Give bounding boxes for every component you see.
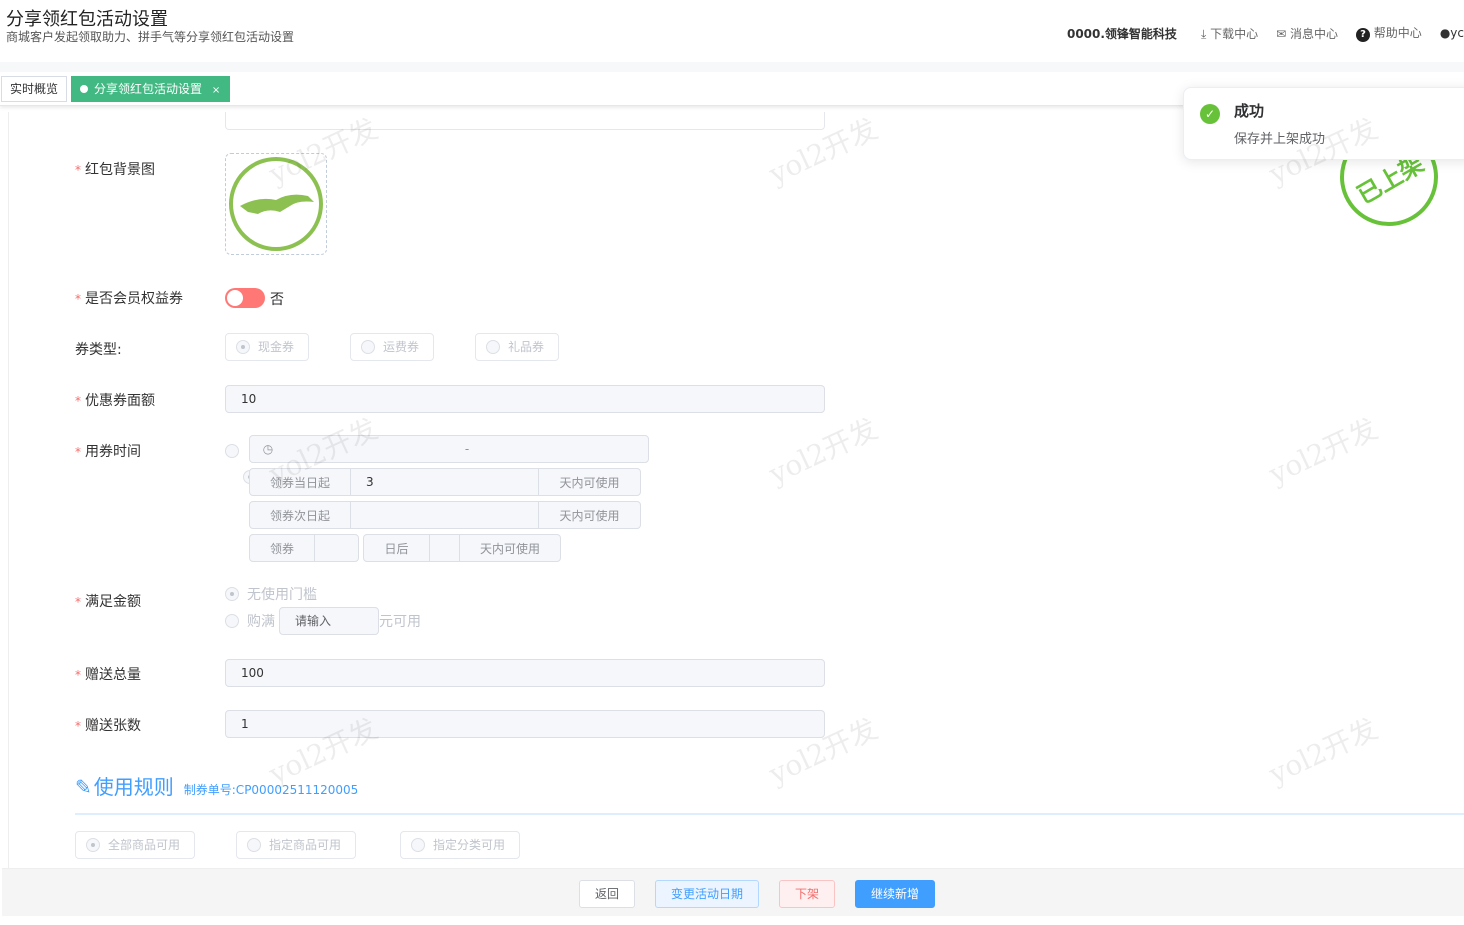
mail-icon: ✉ (1276, 26, 1290, 41)
tab-redpacket-settings[interactable]: 分享领红包活动设置 × (71, 76, 230, 102)
footer-bar: 返回 变更活动日期 下架 继续新增 (2, 868, 1464, 916)
toast-message: 保存并上架成功 (1234, 132, 1326, 147)
threshold-full-option[interactable]: 购满 请输入 元可用 (225, 607, 421, 635)
edit-icon: ✎ (75, 775, 92, 799)
face-value-input[interactable]: 10 (225, 385, 825, 413)
after-start-input[interactable] (315, 535, 358, 561)
back-button[interactable]: 返回 (579, 880, 636, 908)
same-day-prefix: 领券当日起 (250, 469, 351, 495)
scope-products[interactable]: 指定商品可用 (236, 831, 357, 859)
per-label: * 赠送张数 (75, 718, 141, 734)
download-icon: ⤓ (1200, 26, 1211, 41)
after-prefix: 领券 (250, 535, 315, 561)
member-toggle[interactable] (225, 288, 265, 308)
coupon-code: 制券单号:CP00002511120005 (183, 783, 359, 797)
company-name: 0000.领锋智能科技 (1066, 26, 1177, 41)
scope-all[interactable]: 全部商品可用 (75, 831, 196, 859)
help-center[interactable]: ? 帮助中心 (1355, 24, 1422, 42)
after-days-input[interactable] (430, 535, 460, 561)
total-label: * 赠送总量 (75, 667, 141, 683)
next-day-prefix: 领券次日起 (250, 502, 351, 528)
cut-off-input (225, 112, 825, 130)
success-toast: ✓ 成功 保存并上架成功 (1183, 87, 1464, 160)
close-icon[interactable]: × (212, 85, 220, 96)
threshold-none-option[interactable]: 无使用门槛 (225, 584, 317, 604)
tab-label: 分享领红包活动设置 (94, 82, 203, 96)
clock-icon: ◷ (262, 442, 274, 456)
coupon-type-cash[interactable]: 现金券 (225, 333, 310, 361)
face-value-label: * 优惠券面额 (75, 393, 155, 409)
date-range-picker[interactable]: ◷ - (249, 435, 649, 463)
bg-image-upload[interactable] (225, 153, 327, 255)
user-menu[interactable]: ●yc (1440, 26, 1464, 40)
rules-header: ✎ 使用规则 制券单号:CP00002511120005 (75, 771, 358, 800)
threshold-label: * 满足金额 (75, 594, 141, 610)
scope-categories[interactable]: 指定分类可用 (400, 831, 521, 859)
horse-logo-image (229, 157, 323, 251)
next-day-days-input[interactable] (351, 502, 539, 528)
next-day-group: 领券次日起 天内可使用 (249, 501, 641, 529)
use-time-label: * 用券时间 (75, 444, 141, 460)
after-suffix: 天内可使用 (479, 541, 540, 556)
continue-add-button[interactable]: 继续新增 (855, 880, 936, 908)
per-input[interactable]: 1 (225, 710, 825, 738)
bg-image-label: * 红包背景图 (75, 162, 155, 178)
user-icon: ● (1439, 26, 1451, 40)
same-day-days-input[interactable]: 3 (351, 469, 539, 495)
tab-overview[interactable]: 实时概览 (1, 76, 68, 102)
toast-title: 成功 (1234, 102, 1265, 120)
download-center[interactable]: ⤓ 下载中心 (1201, 25, 1258, 42)
next-day-suffix: 天内可使用 (559, 508, 620, 523)
divider (0, 62, 1464, 72)
active-dot-icon (80, 85, 88, 93)
total-input[interactable]: 100 (225, 659, 825, 687)
after-group-b: 日后 天内可使用 (363, 534, 561, 562)
offline-button[interactable]: 下架 (779, 880, 836, 908)
help-icon: ? (1355, 28, 1370, 42)
rules-divider (75, 813, 1464, 815)
message-center[interactable]: ✉ 消息中心 (1276, 25, 1338, 42)
change-date-button[interactable]: 变更活动日期 (655, 880, 760, 908)
messages-label: 消息中心 (1289, 26, 1338, 41)
coupon-type-label: 券类型: (75, 342, 122, 358)
page-subtitle: 商城客户发起领取助力、拼手气等分享领红包活动设置 (6, 30, 295, 44)
range-separator: - (464, 442, 470, 456)
same-day-group: 领券当日起 3 天内可使用 (249, 468, 641, 496)
use-time-radio-range[interactable] (225, 443, 239, 458)
coupon-type-shipping[interactable]: 运费券 (350, 333, 435, 361)
member-toggle-value: 否 (270, 292, 284, 308)
help-label: 帮助中心 (1373, 26, 1422, 40)
tab-label: 实时概览 (10, 82, 59, 96)
coupon-type-gift[interactable]: 礼品券 (475, 333, 560, 361)
same-day-suffix: 天内可使用 (559, 475, 620, 490)
user-name: yc (1450, 26, 1464, 40)
after-mid: 日后 (364, 535, 430, 561)
after-group-a: 领券 (249, 534, 359, 562)
download-label: 下载中心 (1210, 26, 1259, 41)
threshold-suffix: 元可用 (379, 614, 421, 630)
member-label: * 是否会员权益券 (75, 291, 183, 307)
top-nav: 0000.领锋智能科技 ⤓ 下载中心 ✉ 消息中心 ? 帮助中心 ●yc (1067, 24, 1464, 42)
rules-title: 使用规则 (93, 775, 174, 799)
threshold-amount-input[interactable]: 请输入 (279, 607, 379, 635)
check-circle-icon: ✓ (1200, 104, 1220, 124)
